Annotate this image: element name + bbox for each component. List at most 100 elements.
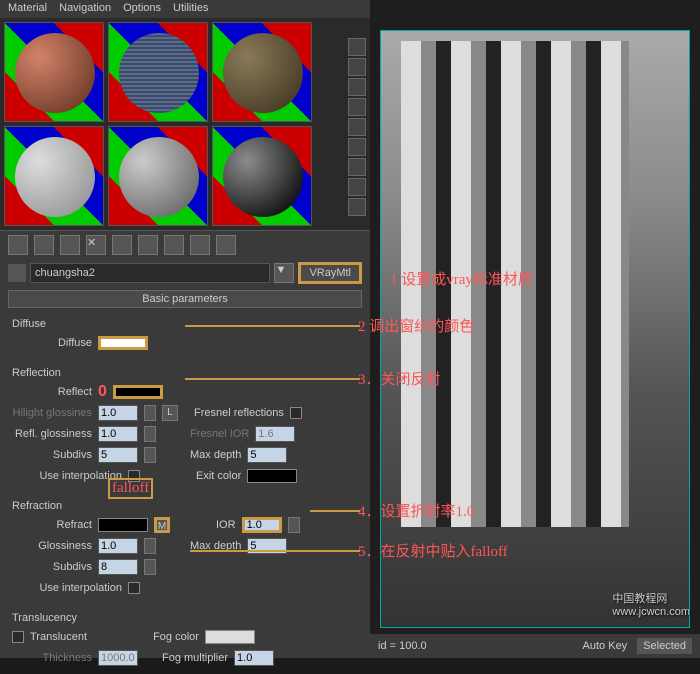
reflect-zero-anno: 0 xyxy=(98,383,107,401)
fogmult-label: Fog multiplier xyxy=(162,652,228,664)
anno-line-4 xyxy=(310,510,360,512)
fresnel-ior-label: Fresnel IOR xyxy=(190,428,249,440)
diffuse-color-swatch[interactable] xyxy=(98,336,148,350)
mat-slot-5[interactable] xyxy=(108,126,208,226)
refr-interp-label: Use interpolation xyxy=(12,582,122,594)
tb-assign[interactable] xyxy=(60,235,80,255)
thickness-spinner[interactable]: 1000.0 xyxy=(98,650,138,666)
menu-navigation[interactable]: Navigation xyxy=(59,2,111,16)
spin-icon[interactable] xyxy=(144,426,156,442)
tb-get[interactable] xyxy=(8,235,28,255)
refract-color-swatch[interactable] xyxy=(98,518,148,532)
refl-maxdepth-label: Max depth xyxy=(190,449,241,461)
tb-reset[interactable]: ✕ xyxy=(86,235,106,255)
eyedropper-icon[interactable] xyxy=(8,264,26,282)
side-btn[interactable] xyxy=(348,98,366,116)
lock-btn[interactable]: L xyxy=(162,405,178,421)
refr-subdivs-label: Subdivs xyxy=(12,561,92,573)
refraction-section: Refraction Refract M IOR 1.0 Glossiness … xyxy=(0,492,370,604)
side-btn[interactable] xyxy=(348,58,366,76)
menu-utilities[interactable]: Utilities xyxy=(173,2,208,16)
refr-gloss-spinner[interactable]: 1.0 xyxy=(98,538,138,554)
translucency-title: Translucency xyxy=(12,612,358,624)
refr-interp-checkbox[interactable] xyxy=(128,582,140,594)
diffuse-label: Diffuse xyxy=(12,337,92,349)
menu-options[interactable]: Options xyxy=(123,2,161,16)
fog-color-swatch[interactable] xyxy=(205,630,255,644)
diffuse-title: Diffuse xyxy=(12,318,358,330)
tb-put[interactable] xyxy=(34,235,54,255)
side-btn[interactable] xyxy=(348,158,366,176)
refraction-title: Refraction xyxy=(12,500,358,512)
side-btn[interactable] xyxy=(348,38,366,56)
refl-subdivs-spinner[interactable]: 5 xyxy=(98,447,138,463)
tb-opts[interactable] xyxy=(190,235,210,255)
annotation-4: 4．设置折射率1.0 xyxy=(358,500,474,521)
spin-icon[interactable] xyxy=(288,517,300,533)
annotation-5: 5．在反射中贴入falloff xyxy=(358,540,508,561)
side-toolbar xyxy=(348,38,368,216)
material-type-button[interactable]: VRayMtl xyxy=(298,262,362,284)
tb-show[interactable] xyxy=(138,235,158,255)
spin-icon[interactable] xyxy=(144,559,156,575)
refl-subdivs-label: Subdivs xyxy=(12,449,92,461)
mat-toolbar: ✕ xyxy=(0,230,370,258)
side-btn[interactable] xyxy=(348,118,366,136)
refr-gloss-label: Glossiness xyxy=(12,540,92,552)
spin-icon[interactable] xyxy=(144,447,156,463)
spin-icon[interactable] xyxy=(144,538,156,554)
reflect-color-swatch[interactable] xyxy=(113,385,163,399)
exit-color-swatch[interactable] xyxy=(247,469,297,483)
mat-slot-6[interactable] xyxy=(212,126,312,226)
side-btn[interactable] xyxy=(348,198,366,216)
annotation-1: 1 设置成vray标准材质 xyxy=(390,268,533,289)
material-slots xyxy=(0,18,370,230)
tb-copy[interactable] xyxy=(112,235,132,255)
trans-checkbox[interactable] xyxy=(12,631,24,643)
reflect-label: Reflect xyxy=(12,386,92,398)
refl-gloss-spinner[interactable]: 1.0 xyxy=(98,426,138,442)
diffuse-section: Diffuse Diffuse xyxy=(0,310,370,359)
hilight-spinner[interactable]: 1.0 xyxy=(98,405,138,421)
side-btn[interactable] xyxy=(348,178,366,196)
tb-show2[interactable] xyxy=(164,235,184,255)
fogmult-spinner[interactable]: 1.0 xyxy=(234,650,274,666)
mat-slot-2[interactable] xyxy=(108,22,208,122)
tb-pick[interactable] xyxy=(216,235,236,255)
fresnel-label: Fresnel reflections xyxy=(194,407,284,419)
translucency-section: Translucency Translucent Fog color Thick… xyxy=(0,604,370,674)
side-btn[interactable] xyxy=(348,78,366,96)
mat-slot-1[interactable] xyxy=(4,22,104,122)
fresnel-ior-spinner[interactable]: 1.6 xyxy=(255,426,295,442)
name-dropdown[interactable]: ▼ xyxy=(274,263,294,283)
anno-line-2 xyxy=(185,325,360,327)
ior-label: IOR xyxy=(216,519,236,531)
falloff-annotation: falloff xyxy=(108,478,153,499)
refract-map-button[interactable]: M xyxy=(154,517,170,533)
material-name-input[interactable] xyxy=(30,263,270,283)
autokey-btn[interactable]: Auto Key xyxy=(583,640,628,652)
refract-label: Refract xyxy=(12,519,92,531)
anno-line-3 xyxy=(185,378,360,380)
fog-label: Fog color xyxy=(153,631,199,643)
material-editor: ✕ ▼ VRayMtl Basic parameters Diffuse Dif… xyxy=(0,18,370,658)
side-btn[interactable] xyxy=(348,138,366,156)
grid-status: id = 100.0 xyxy=(378,640,427,652)
spin-icon[interactable] xyxy=(144,405,156,421)
menu-material[interactable]: Material xyxy=(8,2,47,16)
refr-subdivs-spinner[interactable]: 8 xyxy=(98,559,138,575)
watermark: 中国教程网 www.jcwcn.com xyxy=(612,590,690,618)
exit-color-label: Exit color xyxy=(196,470,241,482)
selected-btn[interactable]: Selected xyxy=(637,638,692,654)
ior-spinner[interactable]: 1.0 xyxy=(242,517,282,533)
mat-slot-4[interactable] xyxy=(4,126,104,226)
thickness-label: Thickness xyxy=(12,652,92,664)
refl-interp-label: Use interpolation xyxy=(12,470,122,482)
fresnel-checkbox[interactable] xyxy=(290,407,302,419)
rollout-basic[interactable]: Basic parameters xyxy=(8,290,362,308)
material-name-row: ▼ VRayMtl xyxy=(0,258,370,288)
mat-slot-3[interactable] xyxy=(212,22,312,122)
refl-maxdepth-spinner[interactable]: 5 xyxy=(247,447,287,463)
refl-gloss-label: Refl. glossiness xyxy=(12,428,92,440)
annotation-3: 3．关闭反射 xyxy=(358,368,441,389)
